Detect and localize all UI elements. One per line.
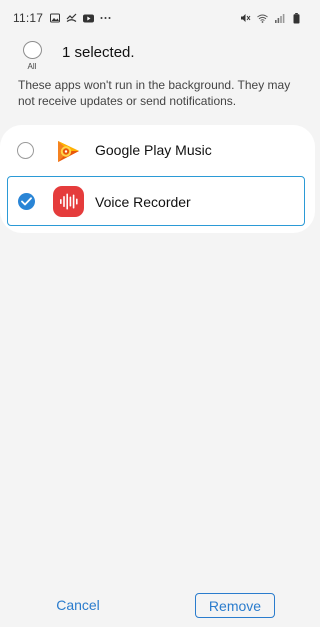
list-item-google-play-music[interactable]: Google Play Music [0, 125, 315, 175]
select-all-toggle[interactable]: All [22, 41, 42, 71]
remove-button[interactable]: Remove [195, 593, 275, 618]
checkbox-unchecked[interactable] [17, 142, 34, 159]
select-all-label: All [27, 62, 37, 71]
app-list: Google Play Music Voice Recorder [0, 125, 315, 233]
info-description: These apps won't run in the background. … [18, 78, 291, 108]
status-bar-right [240, 12, 302, 24]
gallery-icon [49, 13, 60, 24]
checkbox-checked[interactable] [18, 193, 35, 210]
missed-call-icon [66, 13, 77, 24]
checkmark-icon [21, 197, 32, 206]
voice-recorder-icon [53, 186, 84, 217]
status-bar: 11:17 [0, 0, 315, 36]
google-play-music-icon [52, 135, 83, 166]
status-bar-left: 11:17 [13, 11, 111, 25]
app-name: Voice Recorder [95, 194, 191, 210]
signal-icon [274, 13, 285, 24]
wifi-icon [257, 13, 268, 24]
app-name: Google Play Music [95, 142, 212, 158]
list-item-voice-recorder[interactable]: Voice Recorder [7, 176, 305, 226]
select-all-checkbox[interactable] [22, 41, 42, 59]
youtube-icon [83, 13, 95, 24]
mute-icon [240, 13, 251, 24]
selection-header: All 1 selected. [0, 36, 315, 76]
cancel-button[interactable]: Cancel [45, 593, 111, 617]
battery-icon [291, 12, 302, 24]
selected-count: 1 selected. [62, 44, 135, 61]
status-time: 11:17 [13, 11, 44, 25]
more-dots-icon [100, 13, 111, 24]
